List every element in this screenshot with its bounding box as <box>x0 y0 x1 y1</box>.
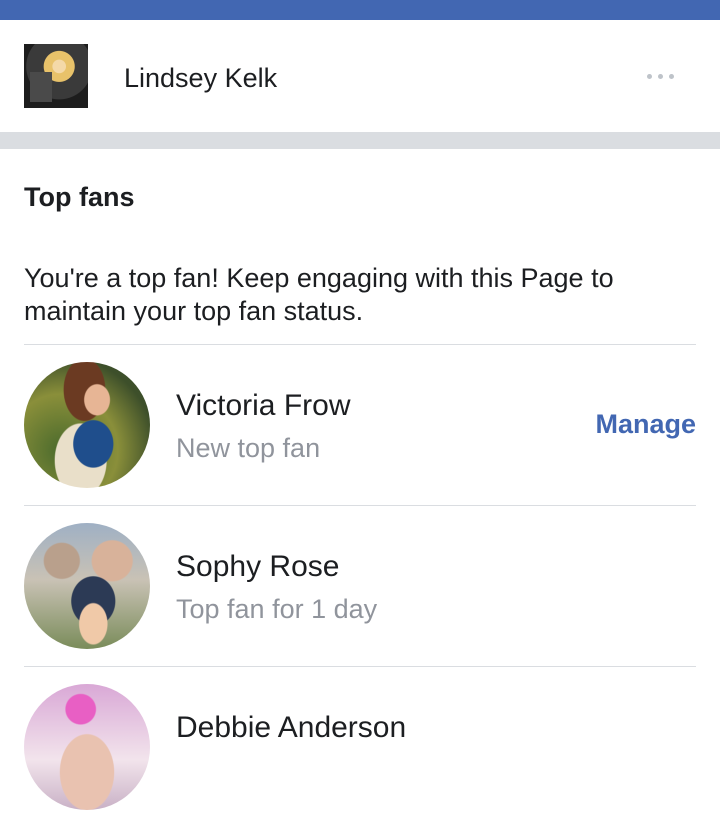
avatar[interactable] <box>24 362 150 488</box>
top-fan-intro-text: You're a top fan! Keep engaging with thi… <box>24 263 614 326</box>
page-name[interactable]: Lindsey Kelk <box>124 60 277 96</box>
fan-status: Top fan for 1 day <box>176 594 378 624</box>
avatar[interactable] <box>24 684 150 810</box>
fan-name[interactable]: Debbie Anderson <box>176 709 406 747</box>
page-avatar[interactable] <box>24 44 88 108</box>
section-title: Top fans <box>24 182 135 212</box>
fan-name[interactable]: Victoria Frow <box>176 387 351 425</box>
fan-name[interactable]: Sophy Rose <box>176 548 339 586</box>
more-horizontal-icon[interactable] <box>636 64 684 88</box>
page-header: Lindsey Kelk <box>0 20 720 132</box>
section-divider <box>0 132 720 149</box>
fan-list: Victoria Frow New top fan Manage Sophy R… <box>24 344 696 827</box>
list-item[interactable]: Debbie Anderson <box>24 666 696 827</box>
manage-button[interactable]: Manage <box>595 407 696 441</box>
avatar[interactable] <box>24 523 150 649</box>
list-item[interactable]: Sophy Rose Top fan for 1 day <box>24 505 696 666</box>
list-item[interactable]: Victoria Frow New top fan Manage <box>24 344 696 505</box>
fan-status: New top fan <box>176 433 321 463</box>
status-bar <box>0 0 720 20</box>
